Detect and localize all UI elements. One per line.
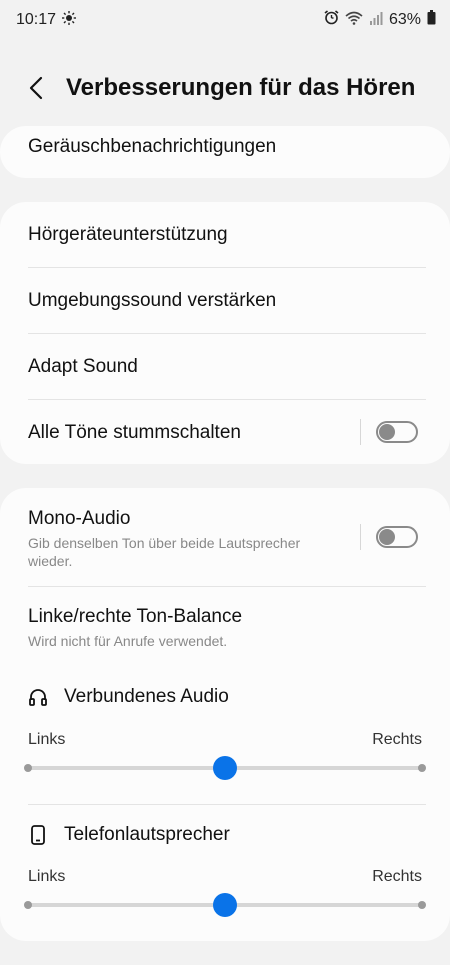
slider-end-dot (418, 764, 426, 772)
connected-audio-slider[interactable] (24, 756, 426, 780)
chevron-left-icon (29, 76, 43, 100)
list-item-description: Gib denselben Ton über beide Lautspreche… (28, 535, 301, 569)
divider (28, 333, 426, 334)
wifi-icon (345, 11, 363, 30)
list-item-sound-notifications[interactable]: Geräuschbenachrichtigungen (28, 136, 422, 158)
slider-start-dot (24, 901, 32, 909)
card-audio-settings: Mono-Audio Gib denselben Ton über beide … (0, 488, 450, 941)
divider (28, 399, 426, 400)
app-bar: Verbesserungen für das Hören (0, 60, 450, 116)
list-item-description: Wird nicht für Anrufe verwendet. (28, 633, 228, 649)
slider-end-dot (418, 901, 426, 909)
divider (28, 267, 426, 268)
slider-right-label: Rechts (372, 731, 422, 748)
slider-start-dot (24, 764, 32, 772)
list-item-label: Umgebungssound verstärken (28, 290, 277, 311)
card-notifications: Geräuschbenachrichtigungen (0, 126, 450, 178)
battery-percent: 63% (388, 11, 421, 28)
list-item-label: Linke/rechte Ton-Balance (28, 606, 243, 627)
list-item-label: Alle Töne stummschalten (28, 422, 241, 443)
list-item-mono-audio[interactable]: Mono-Audio Gib denselben Ton über beide … (28, 508, 340, 570)
slider-thumb[interactable] (213, 756, 237, 780)
list-item-hearing-aid-support[interactable]: Hörgeräteunterstützung (28, 224, 422, 246)
list-item-balance: Linke/rechte Ton-Balance Wird nicht für … (28, 606, 422, 650)
alarm-icon (324, 10, 339, 30)
connected-audio-label: Verbundenes Audio (64, 686, 229, 707)
list-item-adapt-sound[interactable]: Adapt Sound (28, 356, 422, 378)
list-item-mute-all-sounds[interactable]: Alle Töne stummschalten (28, 422, 422, 444)
phone-speaker-label: Telefonlautsprecher (64, 824, 230, 845)
connected-audio-heading: Verbundenes Audio (28, 686, 229, 708)
divider (28, 586, 426, 587)
list-item-label: Hörgeräteunterstützung (28, 224, 228, 245)
slider-thumb[interactable] (213, 893, 237, 917)
brightness-icon (62, 11, 76, 30)
slider-left-label: Links (28, 868, 66, 885)
toggle-separator (360, 524, 361, 550)
phone-speaker-heading: Telefonlautsprecher (28, 824, 230, 846)
list-item-label: Adapt Sound (28, 356, 138, 377)
status-time: 10:17 (16, 11, 57, 28)
headphones-icon (29, 689, 47, 706)
toggle-separator (360, 419, 361, 445)
status-bar: 10:17 63% (0, 0, 450, 40)
page-title: Verbesserungen für das Hören (66, 74, 416, 101)
toggle-knob (379, 424, 395, 440)
battery-icon (427, 10, 436, 30)
slider-right-label: Rechts (372, 868, 422, 885)
slider-left-label: Links (28, 731, 66, 748)
toggle-knob (379, 529, 395, 545)
list-item-ambient-sound[interactable]: Umgebungssound verstärken (28, 290, 422, 312)
mute-all-toggle[interactable] (376, 421, 418, 443)
list-item-label: Geräuschbenachrichtigungen (28, 136, 277, 157)
phone-icon (31, 825, 45, 845)
list-item-label: Mono-Audio (28, 508, 131, 529)
back-button[interactable] (22, 72, 52, 104)
mono-audio-toggle[interactable] (376, 526, 418, 548)
signal-icon (369, 11, 383, 30)
divider (28, 804, 426, 805)
phone-speaker-slider[interactable] (24, 893, 426, 917)
card-hearing-options: Hörgeräteunterstützung Umgebungssound ve… (0, 202, 450, 464)
